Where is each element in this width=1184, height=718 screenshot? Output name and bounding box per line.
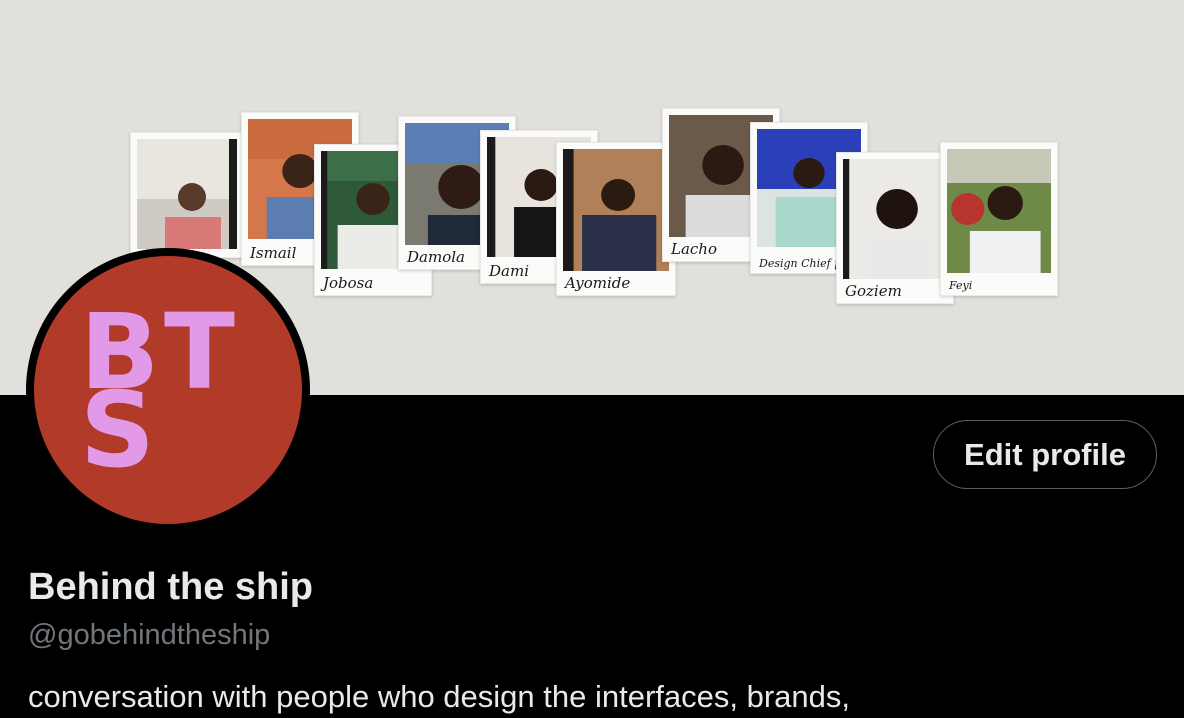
profile-display-name: Behind the ship: [28, 566, 313, 608]
polaroid-caption: Damola: [407, 248, 465, 266]
avatar-logo-letter-t: T: [164, 291, 235, 413]
banner-polaroid: Ayomide: [556, 142, 676, 296]
polaroid-caption: Ayomide: [565, 274, 631, 292]
polaroid-caption: Goziem: [845, 282, 902, 300]
avatar-logo-letter-s: S: [80, 369, 155, 491]
profile-page: Ismail Jobosa Damola Dami Ayomide Lacho: [0, 0, 1184, 718]
avatar[interactable]: B T S: [34, 256, 302, 524]
profile-handle: @gobehindtheship: [28, 619, 271, 651]
polaroid-caption: Feyi: [949, 279, 973, 292]
polaroid-caption: Jobosa: [323, 274, 374, 292]
banner-polaroid: [130, 132, 244, 258]
polaroid-caption: Lacho: [671, 240, 717, 258]
profile-bio: conversation with people who design the …: [28, 679, 850, 714]
edit-profile-button[interactable]: Edit profile: [933, 420, 1157, 489]
polaroid-caption: Dami: [489, 262, 529, 280]
polaroid-caption: Ismail: [250, 244, 297, 262]
banner-polaroid: Goziem: [836, 152, 954, 304]
banner-polaroid: Feyi: [940, 142, 1058, 296]
